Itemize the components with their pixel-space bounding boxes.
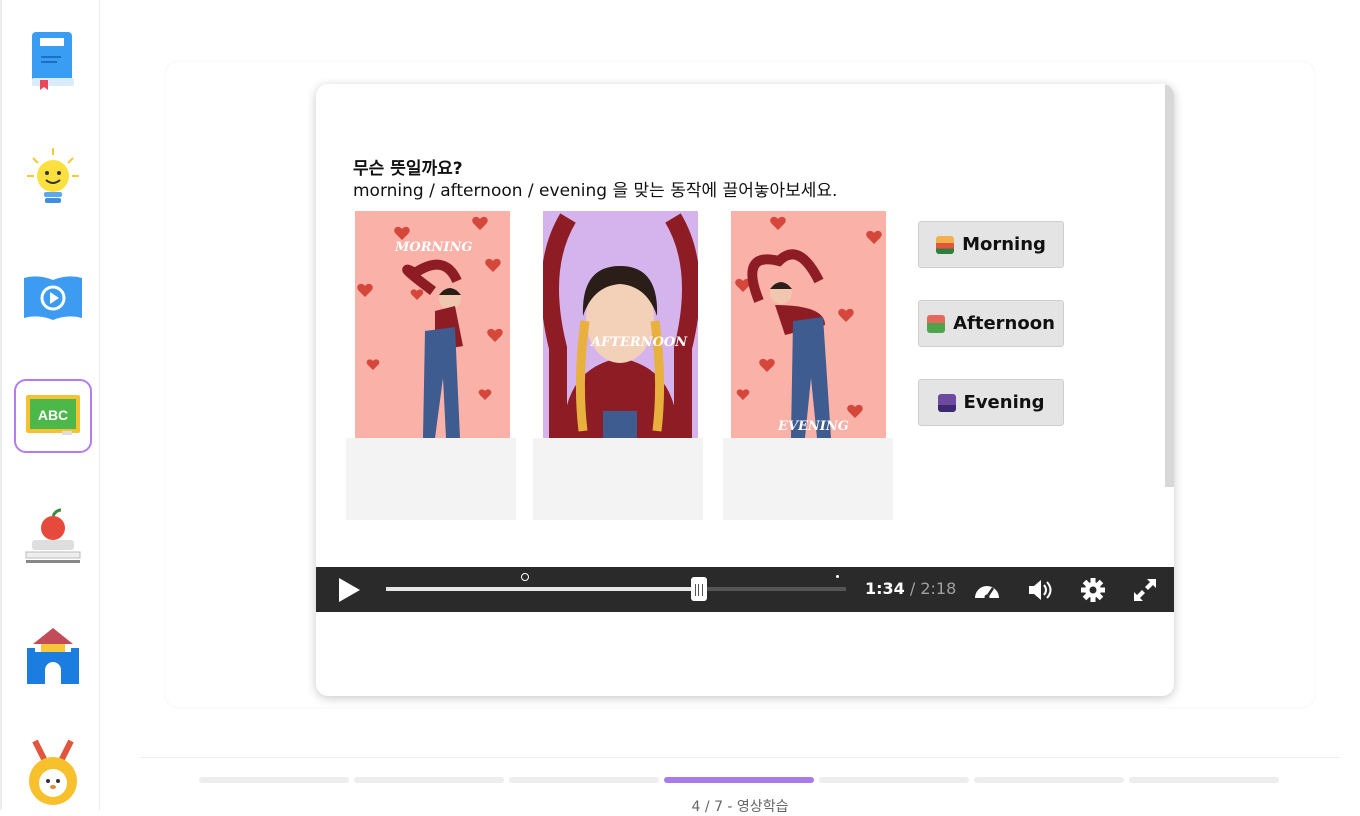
gesture-image-afternoon [543, 211, 698, 438]
apple-desk-icon [25, 508, 81, 563]
lesson-progress: 4 / 7 - 영상학습 [140, 757, 1340, 815]
option-evening[interactable]: Evening [918, 379, 1064, 426]
option-evening-label: Evening [963, 392, 1045, 413]
gesture-image-evening [731, 211, 886, 438]
time-display: 1:34 / 2:18 [865, 579, 956, 598]
content-scrollbar[interactable] [1165, 84, 1174, 487]
sidebar-item-video[interactable] [14, 262, 92, 334]
abc-board-icon: ABC [26, 395, 80, 435]
sidebar-item-idea[interactable] [14, 142, 92, 214]
option-morning-label: Morning [962, 234, 1046, 255]
duration: 2:18 [920, 579, 957, 598]
house-icon [927, 314, 946, 333]
option-afternoon-label: Afternoon [953, 313, 1055, 334]
sunrise-icon [936, 235, 955, 254]
settings-gear-icon[interactable] [1079, 576, 1107, 604]
progress-segment-2[interactable] [354, 777, 504, 783]
book-icon [32, 32, 74, 90]
caption-evening: Evening [778, 419, 849, 434]
seek-bar-played [386, 587, 699, 591]
progress-segment-5[interactable] [819, 777, 969, 783]
progress-segment-7[interactable] [1129, 777, 1279, 783]
drop-zone-1[interactable] [346, 438, 516, 520]
chapter-marker-2[interactable] [836, 575, 839, 578]
seek-bar[interactable] [386, 573, 846, 601]
sidebar-item-medal[interactable] [14, 736, 92, 808]
video-book-icon [24, 276, 82, 320]
activity-card: 무슨 뜻일까요? morning / afternoon / evening 을… [316, 84, 1174, 696]
play-icon[interactable] [336, 577, 362, 603]
question-instruction: morning / afternoon / evening 을 맞는 동작에 끌… [353, 181, 838, 201]
lightbulb-icon [27, 148, 79, 203]
seek-thumb[interactable] [690, 577, 707, 601]
castle-icon [27, 628, 79, 684]
progress-segment-4[interactable] [664, 777, 814, 783]
video-controls: 1:34 / 2:18 [316, 567, 1174, 612]
progress-label: 4 / 7 - 영상학습 [691, 799, 789, 815]
caption-afternoon: Afternoon [591, 335, 688, 350]
option-morning[interactable]: Morning [918, 221, 1064, 268]
current-time: 1:34 [865, 579, 905, 598]
sidebar: ABC [0, 0, 100, 810]
sidebar-item-book[interactable] [14, 24, 92, 96]
sidebar-item-apple[interactable] [14, 500, 92, 572]
fullscreen-icon[interactable] [1131, 576, 1159, 604]
progress-segment-1[interactable] [199, 777, 349, 783]
medal-icon [29, 739, 77, 805]
progress-segment-6[interactable] [974, 777, 1124, 783]
night-city-icon [937, 393, 956, 412]
svg-text:ABC: ABC [38, 407, 68, 423]
drop-zone-3[interactable] [723, 438, 893, 520]
option-afternoon[interactable]: Afternoon [918, 300, 1064, 347]
chapter-marker-1[interactable] [521, 573, 529, 581]
time-separator: / [904, 579, 921, 598]
sidebar-item-abc[interactable]: ABC [14, 379, 92, 453]
speed-gauge-icon[interactable] [973, 576, 1001, 604]
volume-icon[interactable] [1026, 576, 1054, 604]
sidebar-item-castle[interactable] [14, 618, 92, 690]
caption-morning: Morning [395, 240, 473, 255]
drop-zone-2[interactable] [533, 438, 703, 520]
progress-segment-3[interactable] [509, 777, 659, 783]
